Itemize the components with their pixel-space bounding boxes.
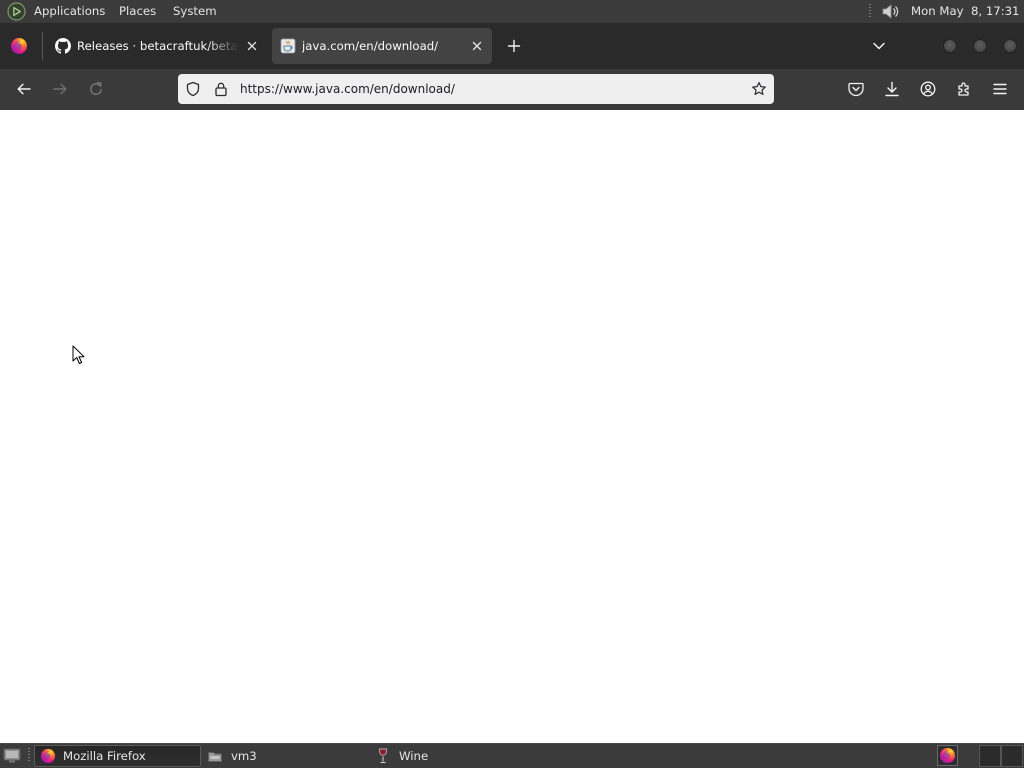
close-icon[interactable] — [470, 39, 484, 53]
close-icon[interactable] — [245, 39, 259, 53]
pocket-icon[interactable] — [848, 81, 864, 97]
lock-icon[interactable] — [213, 81, 229, 97]
close-window-button[interactable] — [1003, 39, 1017, 53]
taskbar-item-label: vm3 — [231, 749, 257, 763]
tab-releases[interactable]: Releases · betacraftuk/betac — [44, 28, 268, 64]
wine-icon — [377, 748, 389, 764]
tab-strip: Releases · betacraftuk/betac java.com/en… — [0, 23, 1024, 69]
reload-icon[interactable] — [88, 81, 104, 97]
panel-handle[interactable] — [869, 4, 871, 19]
shield-icon[interactable] — [185, 81, 201, 97]
url-bar[interactable]: https://www.java.com/en/download/ — [178, 74, 774, 104]
taskbar-item-wine[interactable]: Wine — [373, 745, 540, 767]
minimize-button[interactable] — [943, 39, 957, 53]
account-icon[interactable] — [920, 81, 936, 97]
firefox-tray-icon[interactable] — [937, 745, 958, 766]
system-menu[interactable]: System — [173, 0, 217, 22]
workspace-2[interactable] — [1001, 745, 1023, 767]
top-panel: Applications Places System Mon May 8, 17… — [0, 0, 1024, 23]
navigation-toolbar: https://www.java.com/en/download/ — [0, 69, 1024, 110]
folder-icon — [207, 748, 223, 764]
tab-separator — [42, 32, 43, 60]
new-tab-plus-icon[interactable] — [506, 38, 522, 54]
places-menu[interactable]: Places — [119, 0, 156, 22]
taskbar-item-label: Mozilla Firefox — [63, 749, 146, 763]
applications-menu[interactable]: Applications — [34, 0, 105, 22]
firefox-icon — [40, 748, 56, 764]
bottom-panel: Mozilla Firefox vm3 Wine — [0, 743, 1024, 768]
taskbar-item-label: Wine — [399, 749, 429, 763]
tab-title: Releases · betacraftuk/betac — [77, 39, 239, 53]
taskbar-item-firefox[interactable]: Mozilla Firefox — [34, 745, 201, 767]
clock[interactable]: Mon May 8, 17:31 — [911, 0, 1020, 22]
taskbar-item-vm3[interactable]: vm3 — [203, 745, 370, 767]
forward-arrow-icon[interactable] — [52, 81, 68, 97]
mate-logo-icon[interactable] — [7, 2, 26, 21]
panel-handle[interactable] — [28, 748, 30, 763]
speaker-icon[interactable] — [880, 2, 900, 21]
tab-title: java.com/en/download/ — [302, 39, 439, 53]
back-arrow-icon[interactable] — [16, 81, 32, 97]
workspace-1[interactable] — [979, 745, 1001, 767]
page-content[interactable] — [0, 110, 1024, 743]
extensions-icon[interactable] — [956, 81, 972, 97]
maximize-button[interactable] — [973, 39, 987, 53]
menu-icon[interactable] — [992, 81, 1008, 97]
java-icon — [280, 38, 296, 54]
star-bookmark-icon[interactable] — [751, 81, 767, 97]
chevron-down-icon[interactable] — [871, 38, 887, 54]
tab-java-download[interactable]: java.com/en/download/ — [272, 28, 492, 64]
url-input[interactable]: https://www.java.com/en/download/ — [240, 74, 455, 104]
mouse-cursor-icon — [72, 345, 86, 365]
show-desktop-icon[interactable] — [3, 747, 21, 764]
firefox-icon[interactable] — [10, 37, 28, 55]
github-icon — [55, 38, 71, 54]
download-icon[interactable] — [884, 81, 900, 97]
